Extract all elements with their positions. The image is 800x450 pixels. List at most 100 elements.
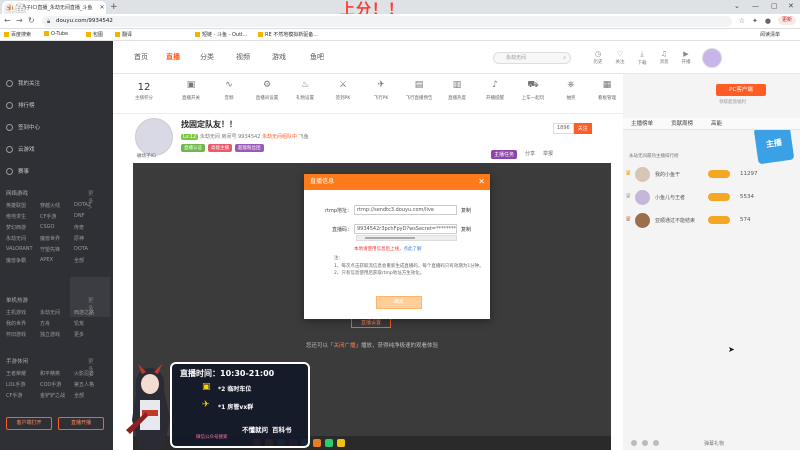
tab-streamer-rank[interactable]: 主播榜单 (631, 118, 653, 129)
bookmark-item[interactable]: 翻译 (115, 31, 132, 38)
close-tab-icon[interactable]: ✕ (98, 4, 106, 11)
schedule-tag: 微信公众号搜索 (196, 435, 228, 440)
tab-high-energy[interactable]: 高能 (711, 118, 722, 129)
level-badge (708, 216, 730, 224)
minimize-icon[interactable]: — (752, 2, 759, 10)
extension-icon[interactable]: ✦ (752, 17, 758, 25)
new-tab-button[interactable]: + (110, 2, 118, 12)
back-icon[interactable]: ← (4, 16, 11, 25)
sidebar-item-follow[interactable]: 我的关注 (6, 79, 40, 87)
message-button[interactable]: ♫ 消息 (656, 50, 672, 65)
nav-video[interactable]: 视频 (236, 52, 250, 62)
single-games-grid: 主机游戏 永劫无间 西游之路 我的世界 方舟 饥荒 怀旧游戏 独立游戏 更多 (6, 310, 95, 338)
gift-icon[interactable] (325, 439, 333, 447)
reading-list[interactable]: 阅读清单 (760, 31, 780, 38)
rtmp-field[interactable]: rtmp://sendtc3.douyu.com/live (354, 205, 457, 215)
tool-preview[interactable]: ▤ 飞行直播预告 (401, 80, 437, 101)
tool-gift-settings[interactable]: ♨ 礼物设置 (287, 80, 323, 101)
copy-code-button[interactable]: 复制 (461, 226, 471, 233)
tool-heat[interactable]: ▥ 直播热度 (439, 80, 475, 101)
url-input[interactable]: 🔒︎ douyu.com/9934542 (42, 16, 732, 27)
search-input[interactable]: 永劫无间 ⌕ (493, 52, 571, 64)
star-icon[interactable]: ☆ (739, 17, 745, 25)
player-settings-button[interactable]: 直播设置 (351, 318, 391, 328)
confirm-button[interactable]: 确定 (376, 296, 422, 309)
nav-category[interactable]: 分类 (200, 52, 214, 62)
tool-audio[interactable]: ∿ 音频 (211, 80, 247, 101)
history-button[interactable]: ◷ 历史 (590, 50, 606, 65)
download-button[interactable]: ⤓ 下载 (634, 50, 650, 66)
tool-room-settings[interactable]: ⚙ 直播间设置 (249, 80, 285, 101)
gift-icon: ⎈ (567, 80, 575, 90)
pc-client-button[interactable]: PC客户端 (716, 84, 766, 96)
stream-code-field[interactable]: 9934542r3pchFpyD?wsSecret=******** (354, 224, 457, 234)
tool-board[interactable]: ▦ 看板管理 (589, 80, 625, 101)
go-live-button[interactable]: ▶ 开播 (678, 50, 694, 65)
settings-icon[interactable] (653, 440, 659, 446)
nav-games[interactable]: 游戏 (272, 52, 286, 62)
seat-icon: ▣ (202, 382, 211, 392)
tag-fan-club: 超能粉丝团 (235, 144, 264, 152)
tool-signin-pk[interactable]: ⚔ 签到PK (325, 80, 361, 101)
close-icon[interactable]: ✕ (478, 174, 485, 190)
crown-icon: ♛ (625, 169, 632, 177)
tool-carpool[interactable]: ⛟ 上车一起玩 (515, 80, 551, 101)
follow-widget[interactable]: 1896 关注 (553, 123, 592, 134)
copy-rtmp-button[interactable]: 复制 (461, 207, 471, 214)
bookmark-item[interactable]: 包图 (86, 31, 103, 38)
bookmark-item[interactable]: 短链 - 斗鱼 - Outl... (195, 31, 247, 38)
rank-row[interactable]: ♛ 亚顺通过不能结束 574 (623, 210, 800, 232)
rank-description: 永劫无间最热主播排行榜 (629, 154, 679, 159)
nav-fishbar[interactable]: 鱼吧 (310, 52, 324, 62)
rank-row[interactable]: ♛ 我的小鱼干 11297 (623, 164, 800, 186)
tool-remind[interactable]: ♪ 开播提醒 (477, 80, 513, 101)
bag-icon[interactable] (642, 440, 648, 446)
streamer-avatar[interactable] (135, 118, 173, 156)
sidebar-item-cloud[interactable]: 云游戏 (6, 145, 35, 153)
sidebar-item-checkin[interactable]: 签到中心 (6, 123, 40, 131)
bookmark-item[interactable]: 百度搜索 (4, 31, 31, 38)
forward-icon[interactable]: → (16, 16, 23, 25)
crown-icon: ♛ (625, 215, 632, 223)
reload-icon[interactable]: ↻ (28, 16, 35, 25)
crown-icon: ♛ (625, 192, 632, 200)
field-scrollbar[interactable] (356, 235, 457, 241)
nav-live[interactable]: 直播 (166, 52, 180, 62)
gift-icon[interactable] (337, 439, 345, 447)
tool-live-switch[interactable]: ▣ 直播开关 (173, 80, 209, 101)
emoji-icon[interactable] (631, 440, 637, 446)
profile-icon[interactable]: ● (765, 17, 771, 25)
open-client-button[interactable]: 客户端打开 (6, 417, 52, 430)
sidebar-item-events[interactable]: 赛事 (6, 167, 29, 175)
maximize-icon[interactable]: ▢ (771, 2, 778, 10)
bookmarks-bar: 百度搜索 O-Tube 包图 翻译 短链 - 斗鱼 - Outl... RE 不… (0, 29, 800, 41)
bookmark-item[interactable]: RE 不然地模拟新驱备... (258, 31, 318, 38)
search-icon[interactable]: ⌕ (563, 53, 566, 63)
start-broadcast-button[interactable]: 直播开播 (58, 417, 104, 430)
tool-flight-pk[interactable]: ✈ 飞行PK (363, 80, 399, 101)
settings-icon: ⚙ (262, 80, 272, 90)
sidebar-item-rank[interactable]: 排行榜 (6, 101, 35, 109)
tab-title: 磁场子ICi直播_永劫无间直播_斗鱼 (16, 5, 93, 11)
online-games-grid: 英雄联盟 穿越火线 DOTA2 绝地求生 CF手游 DNF 梦幻西游 CSGO 传奇 永劫无… (6, 202, 92, 264)
barrage-gift-toggle[interactable]: 弹幕礼物 (704, 440, 724, 447)
section-single-games: 单机热游 更多 > (6, 298, 94, 318)
close-window-icon[interactable]: ✕ (788, 2, 794, 10)
tab-weekly-rank[interactable]: 贡献周榜 (671, 118, 693, 129)
follow-button[interactable]: ♡ 关注 (612, 50, 628, 65)
share-button[interactable]: 分享 (525, 150, 535, 159)
rank-row[interactable]: ♛ 小鱼儿与王者 5534 (623, 187, 800, 209)
streamer-nickname[interactable]: 磁场子ICi (137, 153, 156, 159)
tag-high-energy: 高能主播 (208, 144, 232, 152)
tool-lottery[interactable]: ⎈ 抽奖 (553, 80, 589, 101)
url-text: douyu.com/9934542 (56, 18, 113, 24)
section-online-games: 网络游戏 更多 > (6, 191, 94, 211)
user-avatar[interactable] (702, 48, 722, 68)
update-button[interactable]: 更新 (777, 16, 796, 25)
task-badge[interactable]: 主播任务 (491, 150, 518, 159)
nav-home[interactable]: 首页 (134, 52, 148, 62)
report-button[interactable]: 举报 (543, 150, 553, 159)
gift-icon[interactable] (313, 439, 321, 447)
bookmark-item[interactable]: O-Tube (44, 31, 68, 37)
tab-search-icon[interactable]: ⌄ (734, 2, 740, 10)
